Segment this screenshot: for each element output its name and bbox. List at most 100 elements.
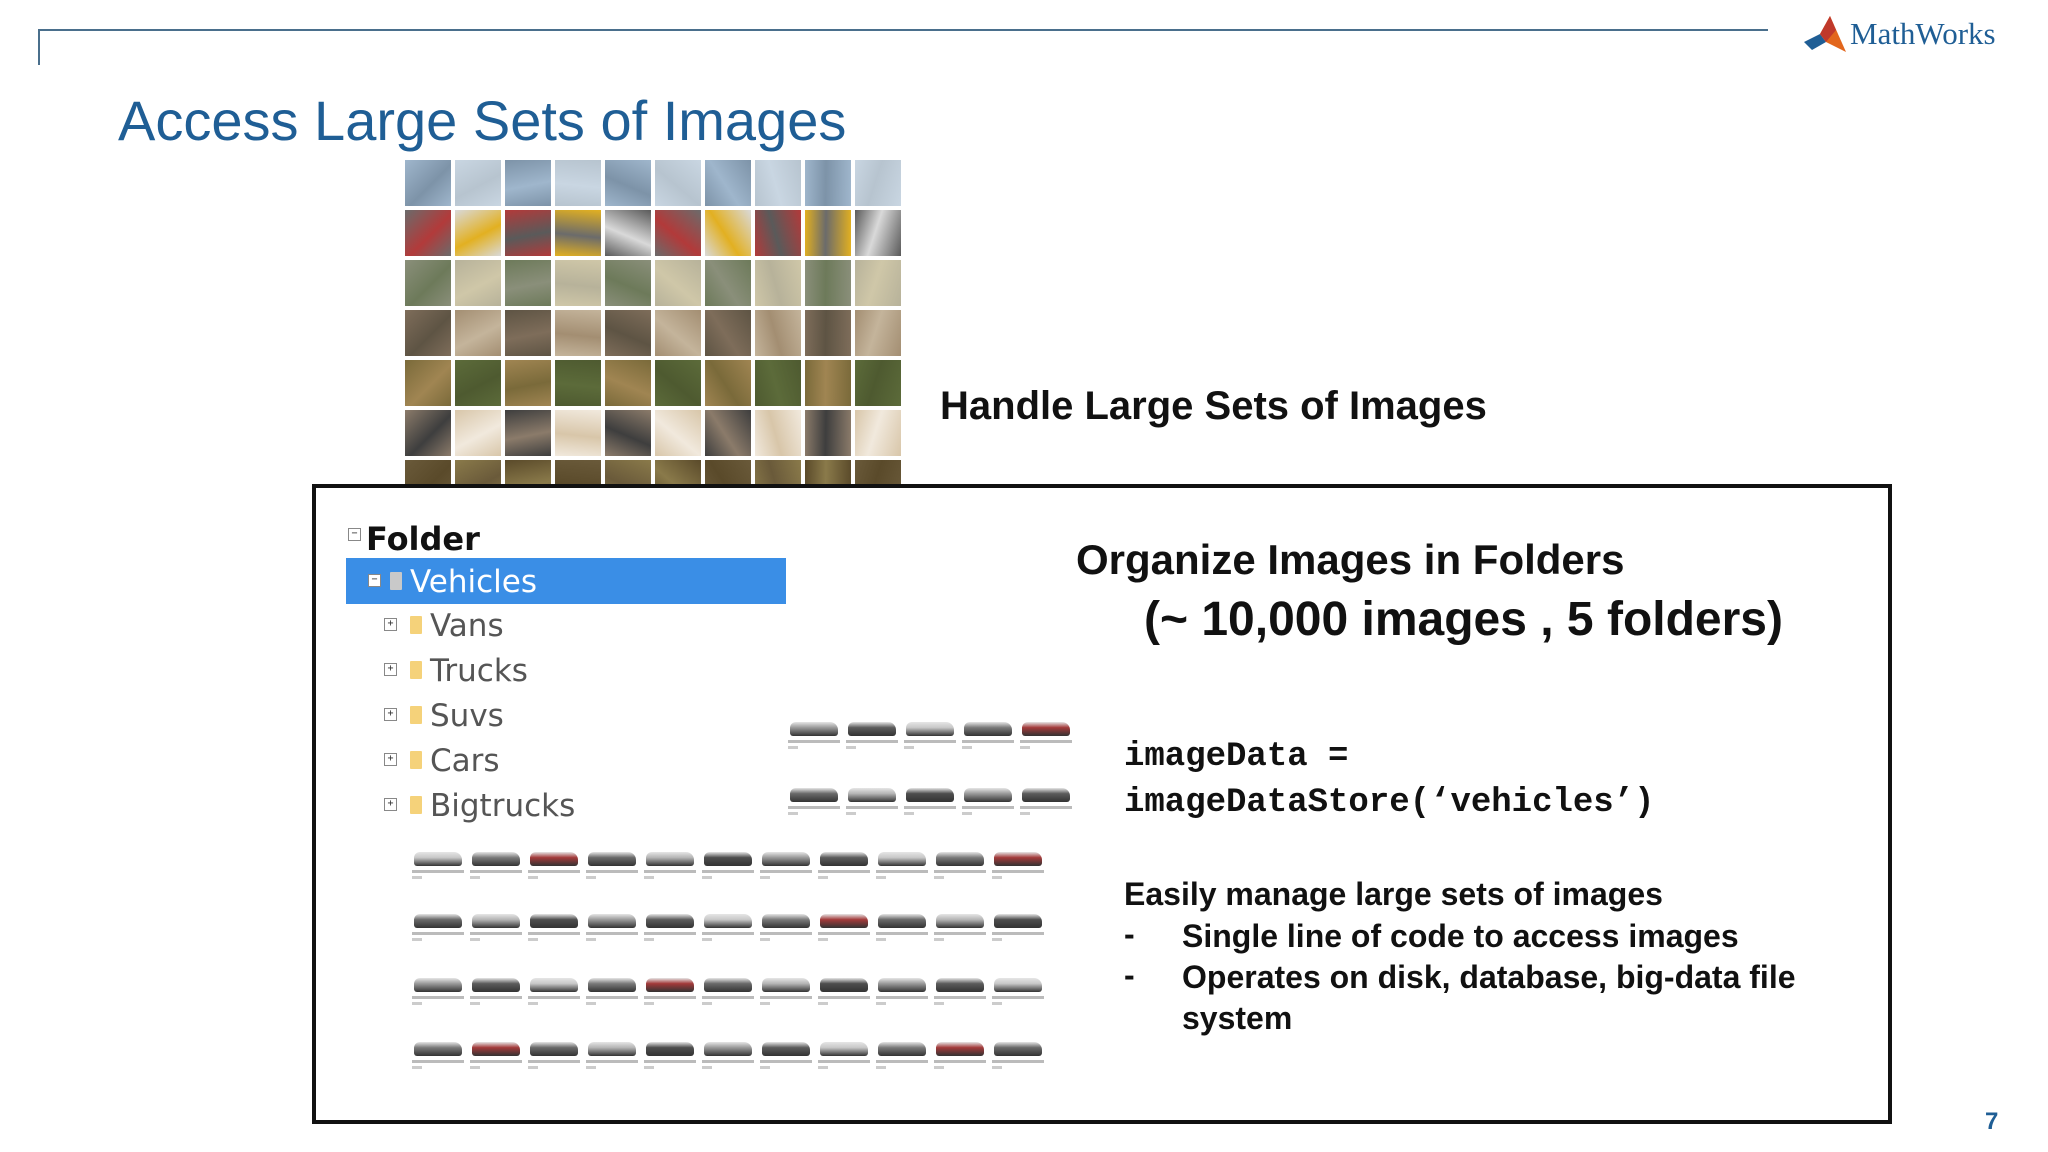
file-thumbnail — [470, 846, 522, 882]
folder-tree: − Folder − Vehicles + Vans + Trucks + Suvs + Ca… — [346, 516, 786, 829]
image-thumbnail — [405, 360, 451, 406]
file-thumbnail — [470, 1036, 522, 1072]
image-thumbnail — [605, 260, 651, 306]
image-thumbnail — [755, 260, 801, 306]
image-thumbnail — [655, 260, 701, 306]
image-thumbnail — [605, 360, 651, 406]
image-thumbnail — [455, 460, 501, 485]
expand-icon[interactable]: + — [384, 663, 397, 676]
image-thumbnail — [705, 160, 751, 206]
folder-icon — [410, 706, 422, 724]
image-thumbnail — [605, 210, 651, 256]
file-thumbnail — [1020, 782, 1072, 818]
image-thumbnail — [705, 410, 751, 456]
tree-item-cars[interactable]: + Cars — [346, 739, 786, 784]
file-thumbnail — [528, 972, 580, 1008]
tree-item-label: Cars — [430, 743, 500, 779]
image-thumbnail — [555, 210, 601, 256]
tree-item-vans[interactable]: + Vans — [346, 604, 786, 649]
file-thumbnail — [412, 1036, 464, 1072]
file-thumbnail — [760, 1036, 812, 1072]
file-thumbnail — [470, 908, 522, 944]
image-thumbnail — [805, 410, 851, 456]
image-thumbnail — [855, 310, 901, 356]
file-thumbnail — [992, 1036, 1044, 1072]
image-thumbnail — [855, 410, 901, 456]
file-thumbnail — [760, 972, 812, 1008]
image-thumbnail — [855, 160, 901, 206]
image-thumbnail — [755, 460, 801, 485]
image-thumbnail — [605, 460, 651, 485]
tree-item-bigtrucks[interactable]: + Bigtrucks — [346, 784, 786, 829]
file-thumbnail — [760, 908, 812, 944]
file-thumbnail — [934, 972, 986, 1008]
image-thumbnail — [455, 160, 501, 206]
tree-root[interactable]: − Folder — [346, 516, 786, 558]
tree-item-label: Trucks — [430, 653, 528, 689]
file-thumbnail — [876, 908, 928, 944]
image-thumbnail — [405, 460, 451, 485]
image-thumbnail — [705, 460, 751, 485]
image-thumbnail — [805, 360, 851, 406]
file-thumbnail — [818, 1036, 870, 1072]
tree-root-label: Folder — [366, 520, 480, 558]
bullet-text: Single line of code to access images — [1182, 918, 1739, 954]
file-thumbnail — [962, 782, 1014, 818]
membrane-logo-icon — [1804, 16, 1846, 52]
collapse-icon[interactable]: − — [368, 574, 381, 587]
image-thumbnail — [755, 210, 801, 256]
file-thumbnail — [818, 846, 870, 882]
file-thumbnail — [644, 972, 696, 1008]
folder-icon — [410, 661, 422, 679]
tree-item-vehicles[interactable]: − Vehicles — [346, 558, 786, 604]
page-number: 7 — [1985, 1108, 1999, 1135]
file-thumbnail — [644, 1036, 696, 1072]
folder-icon — [410, 616, 422, 634]
image-thumbnail — [505, 410, 551, 456]
file-thumbnail — [760, 846, 812, 882]
logo-text: MathWorks — [1850, 16, 1996, 51]
expand-icon[interactable]: + — [384, 798, 397, 811]
file-thumbnail — [412, 972, 464, 1008]
expand-icon[interactable]: + — [384, 708, 397, 721]
folder-icon — [410, 796, 422, 814]
handle-heading: Handle Large Sets of Images — [940, 384, 1487, 428]
image-thumbnail — [805, 160, 851, 206]
image-thumbnail — [505, 360, 551, 406]
file-thumbnail — [586, 972, 638, 1008]
image-thumbnail — [605, 410, 651, 456]
file-thumbnail — [702, 972, 754, 1008]
image-thumbnail — [655, 460, 701, 485]
tree-item-label: Bigtrucks — [430, 788, 576, 824]
image-thumbnail — [405, 210, 451, 256]
image-thumbnail — [655, 210, 701, 256]
image-thumbnail — [405, 310, 451, 356]
code-line-2: imageDataStore(‘vehicles’) — [1124, 784, 1655, 822]
tree-item-suvs[interactable]: + Suvs — [346, 694, 786, 739]
image-thumbnail-grid — [405, 160, 907, 485]
collapse-icon[interactable]: − — [348, 528, 361, 541]
expand-icon[interactable]: + — [384, 618, 397, 631]
content-panel: − Folder − Vehicles + Vans + Trucks + Suvs + Ca… — [312, 484, 1892, 1124]
tree-item-trucks[interactable]: + Trucks — [346, 649, 786, 694]
expand-icon[interactable]: + — [384, 753, 397, 766]
image-thumbnail — [805, 310, 851, 356]
image-thumbnail — [705, 210, 751, 256]
file-thumbnail — [904, 716, 956, 752]
folder-icon — [390, 572, 402, 590]
image-thumbnail — [655, 310, 701, 356]
file-thumbnail — [876, 846, 928, 882]
file-thumbnail — [412, 846, 464, 882]
image-thumbnail — [555, 460, 601, 485]
file-thumbnail — [934, 908, 986, 944]
file-thumbnail — [788, 782, 840, 818]
file-thumbnail — [586, 1036, 638, 1072]
file-thumbnail — [412, 908, 464, 944]
image-thumbnail — [555, 360, 601, 406]
image-thumbnail — [505, 310, 551, 356]
image-thumbnail — [855, 210, 901, 256]
file-thumbnail — [788, 716, 840, 752]
file-thumbnail — [876, 1036, 928, 1072]
tree-item-label: Suvs — [430, 698, 504, 734]
image-thumbnail — [605, 160, 651, 206]
